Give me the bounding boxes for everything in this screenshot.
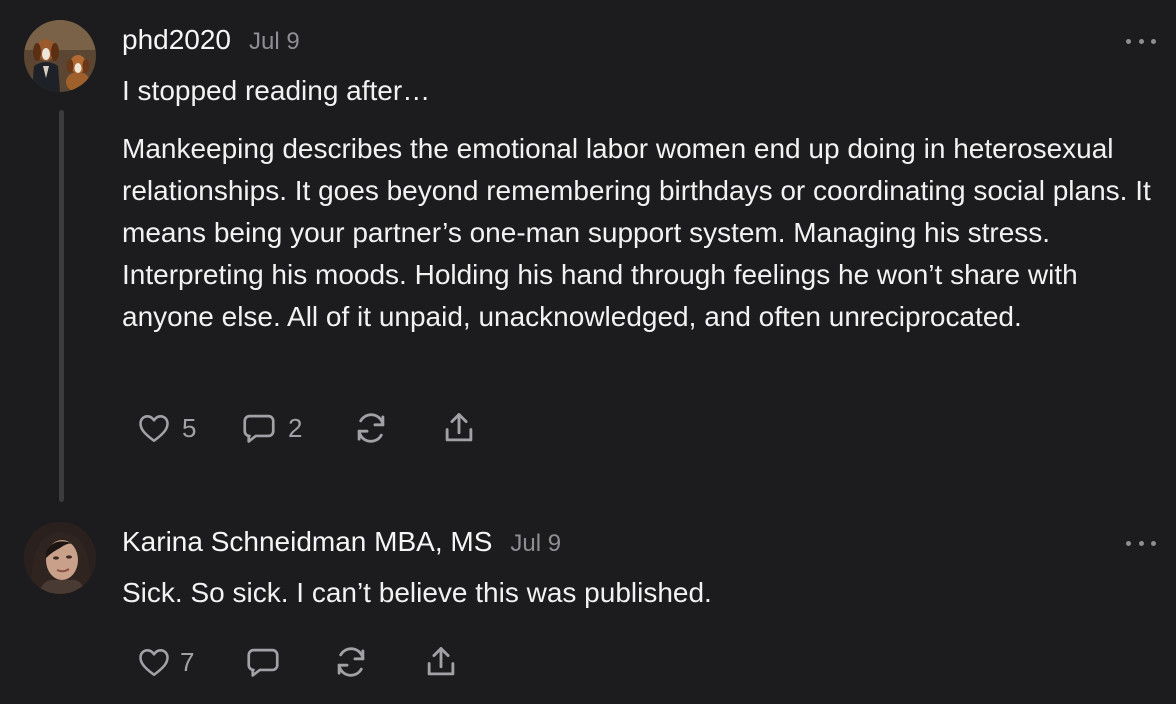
comment-actions: 5 2 (136, 408, 496, 448)
like-count: 5 (182, 412, 197, 443)
avatar[interactable] (24, 20, 96, 92)
author-row: Karina Schneidman MBA, MS Jul 9 (122, 526, 561, 558)
ellipsis-icon (1126, 38, 1156, 44)
reply-button[interactable]: 2 (240, 408, 302, 448)
share-button[interactable] (440, 408, 478, 448)
comment-actions: 7 (136, 642, 476, 682)
comment-date[interactable]: Jul 9 (510, 530, 561, 558)
author-row: phd2020 Jul 9 (122, 24, 300, 56)
like-button[interactable]: 7 (136, 642, 194, 682)
share-icon (440, 409, 478, 447)
restack-icon (332, 643, 370, 681)
comment-icon (240, 409, 278, 447)
heart-icon (136, 410, 172, 446)
restack-button[interactable] (352, 408, 390, 448)
like-button[interactable]: 5 (136, 408, 196, 448)
avatar[interactable] (24, 522, 96, 594)
reply-count: 2 (288, 412, 303, 443)
ellipsis-icon (1126, 540, 1156, 546)
share-button[interactable] (422, 642, 460, 682)
more-options-button[interactable] (1126, 538, 1156, 548)
thread-line (59, 110, 64, 502)
author-name[interactable]: Karina Schneidman MBA, MS (122, 526, 492, 558)
comment-text: Mankeeping describes the emotional labor… (122, 133, 1151, 332)
comment-date[interactable]: Jul 9 (249, 28, 300, 56)
more-options-button[interactable] (1126, 36, 1156, 46)
reply-button[interactable] (244, 642, 282, 682)
comment-text: Sick. So sick. I can’t believe this was … (122, 577, 712, 608)
comment-text: I stopped reading after… (122, 75, 431, 106)
restack-icon (352, 409, 390, 447)
author-name[interactable]: phd2020 (122, 24, 231, 56)
share-icon (422, 643, 460, 681)
restack-button[interactable] (332, 642, 370, 682)
heart-icon (136, 644, 172, 680)
comment-icon (244, 643, 282, 681)
like-count: 7 (180, 646, 195, 677)
